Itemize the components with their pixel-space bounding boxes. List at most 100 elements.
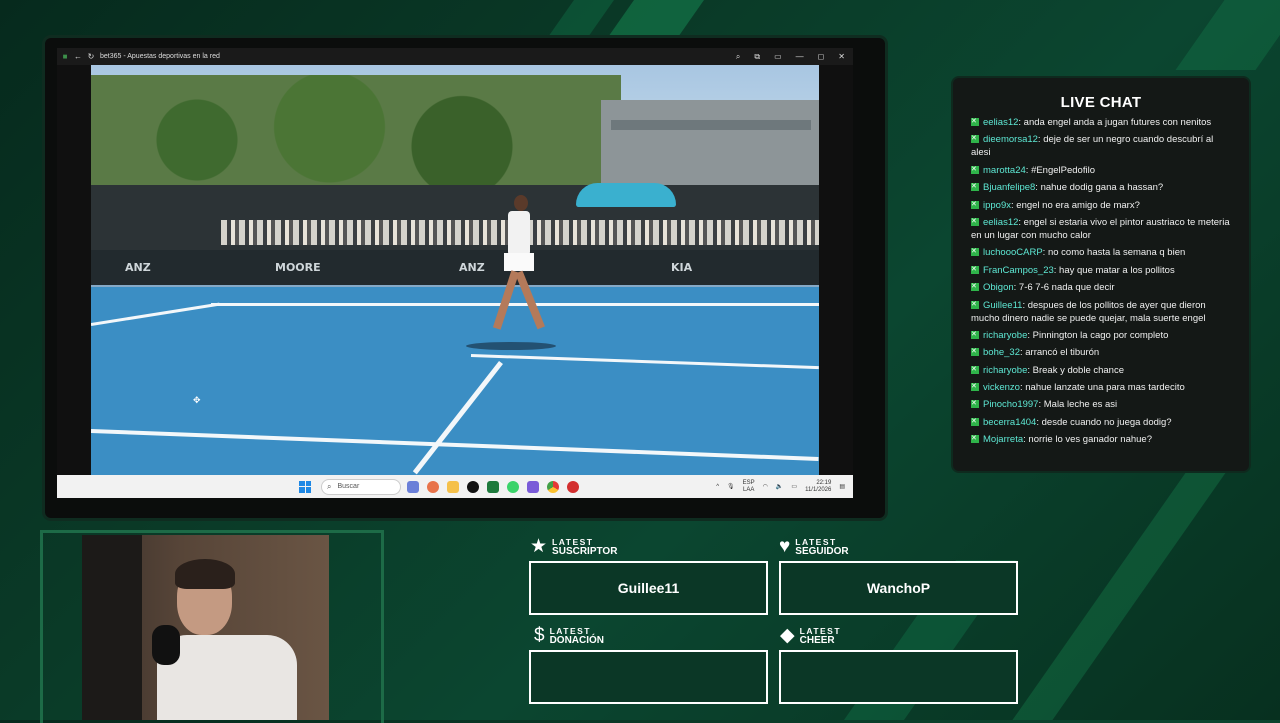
chat-text: anda engel anda a jugan futures con neni… bbox=[1023, 117, 1212, 128]
chat-text: desde cuando no juega dodig? bbox=[1041, 416, 1172, 428]
decorative-stripe bbox=[545, 0, 615, 40]
file-explorer-icon[interactable] bbox=[447, 480, 459, 493]
chat-text: Mala leche es asi bbox=[1043, 399, 1118, 411]
decorative-stripe bbox=[1012, 470, 1228, 720]
chat-message: ippo9x: engel no era amigo de marx? bbox=[971, 198, 1233, 212]
chat-username[interactable]: richaryobe bbox=[983, 330, 1027, 341]
chat-username[interactable]: vickenzo bbox=[983, 382, 1020, 393]
volume-icon[interactable]: 🔈 bbox=[776, 483, 783, 490]
latest-cheer-label: ◆ LATEST CHEER bbox=[780, 625, 841, 646]
chat-message: eelias12: engel si estaria vivo el pinto… bbox=[971, 215, 1233, 242]
chat-username[interactable]: FranCampos_23 bbox=[983, 265, 1054, 276]
browser-titlebar: ■ ← ↻ bet365 - Apuestas deportivas en la… bbox=[57, 48, 853, 65]
clock-time: 22:19 bbox=[816, 479, 832, 486]
advertising-boards bbox=[91, 250, 819, 285]
chat-username[interactable]: ippo9x bbox=[983, 200, 1011, 211]
bet365-app-icon[interactable] bbox=[487, 480, 499, 493]
microphone-icon[interactable]: 🎙 bbox=[727, 483, 735, 490]
chat-badge-icon bbox=[971, 215, 979, 228]
chat-text: norrie lo ves ganador nahue? bbox=[1028, 434, 1152, 446]
label-bottom: SEGUIDOR bbox=[795, 546, 849, 557]
whatsapp-icon[interactable] bbox=[507, 480, 519, 493]
label-bottom: SUSCRIPTOR bbox=[552, 546, 618, 557]
clock-date: 11/1/2026 bbox=[805, 486, 832, 493]
restore-icon[interactable]: ◻ bbox=[818, 52, 825, 62]
wifi-icon[interactable]: ◠ bbox=[763, 483, 768, 490]
browser-window: ■ ← ↻ bet365 - Apuestas deportivas en la… bbox=[57, 48, 853, 498]
minimize-icon[interactable]: — bbox=[796, 52, 804, 62]
dollar-icon: $ bbox=[534, 625, 545, 646]
chat-text: 7-6 7-6 nada que decir bbox=[1018, 282, 1115, 294]
cast-icon[interactable]: ▭ bbox=[774, 52, 782, 62]
chat-badge-icon bbox=[971, 345, 979, 358]
notifications-icon[interactable]: ▤ bbox=[839, 483, 845, 490]
latest-suscriptor-value: Guillee11 bbox=[617, 580, 680, 596]
diamond-icon: ◆ bbox=[780, 625, 795, 646]
chat-badge-icon bbox=[971, 180, 979, 193]
teams-icon[interactable] bbox=[527, 480, 539, 493]
chat-message: Obigon: 7-6 7-6 nada que decir bbox=[971, 280, 1233, 294]
windows-start-icon[interactable] bbox=[299, 480, 311, 493]
video-umbrella bbox=[576, 183, 676, 207]
chat-badge-icon bbox=[971, 298, 979, 311]
microphone bbox=[152, 625, 180, 665]
chat-message: bohe_32: arrancó el tiburón bbox=[971, 345, 1233, 359]
chat-username[interactable]: Pinocho1997 bbox=[983, 399, 1038, 410]
chat-username[interactable]: dieemorsa12 bbox=[983, 134, 1038, 145]
close-icon[interactable]: ✕ bbox=[838, 52, 845, 62]
tiktok-icon[interactable] bbox=[467, 480, 479, 493]
chat-username[interactable]: Mojarreta bbox=[983, 434, 1023, 445]
chat-text: nahue dodig gana a hassan? bbox=[1040, 182, 1164, 194]
chat-username[interactable]: eelias12 bbox=[983, 217, 1018, 228]
chat-text: hay que matar a los pollitos bbox=[1059, 264, 1175, 276]
widgets-icon[interactable] bbox=[407, 480, 419, 493]
chat-badge-icon bbox=[971, 363, 979, 376]
chat-username[interactable]: Bjuanfelipe8 bbox=[983, 182, 1035, 193]
chat-text: arrancó el tiburón bbox=[1025, 347, 1100, 359]
board-text: ANZ bbox=[125, 261, 151, 274]
chat-text: Break y doble chance bbox=[1032, 364, 1125, 376]
chat-username[interactable]: bohe_32 bbox=[983, 347, 1020, 358]
chat-message: dieemorsa12: deje de ser un negro cuando… bbox=[971, 132, 1233, 159]
chat-badge-icon bbox=[971, 432, 979, 445]
reload-icon[interactable]: ↻ bbox=[86, 52, 96, 61]
chat-username[interactable]: Guillee11 bbox=[983, 300, 1022, 311]
webcam-feed bbox=[82, 535, 329, 720]
chat-username[interactable]: becerra1404 bbox=[983, 417, 1036, 428]
back-arrow-icon[interactable]: ← bbox=[73, 52, 83, 61]
battery-icon[interactable]: ▭ bbox=[791, 483, 797, 490]
chrome-icon[interactable] bbox=[547, 480, 559, 493]
latest-suscriptor-label: ★ LATEST SUSCRIPTOR bbox=[530, 537, 618, 557]
chat-username[interactable]: richaryobe bbox=[983, 365, 1027, 376]
chat-badge-icon bbox=[971, 263, 979, 276]
chat-badge-icon bbox=[971, 132, 979, 145]
chat-message: marotta24: #EngelPedofilo bbox=[971, 163, 1233, 177]
app-icon: ■ bbox=[62, 52, 68, 61]
taskbar-search-input[interactable]: ⌕ Buscar bbox=[321, 478, 401, 495]
chat-message: eelias12: anda engel anda a jugan future… bbox=[971, 115, 1233, 129]
tennis-video-player[interactable]: ANZ MOORE ANZ KIA ✥ bbox=[91, 65, 819, 475]
extensions-icon[interactable]: ⧉ bbox=[754, 52, 760, 62]
chevron-up-icon[interactable]: ^ bbox=[716, 484, 719, 490]
copilot-icon[interactable] bbox=[427, 480, 439, 493]
chat-username[interactable]: luchoooCARP bbox=[983, 247, 1043, 258]
language-indicator[interactable]: ESP LAA bbox=[743, 480, 755, 494]
chat-text: no como hasta la semana q bien bbox=[1047, 247, 1186, 259]
chat-messages: eelias12: anda engel anda a jugan future… bbox=[971, 115, 1233, 451]
search-icon[interactable]: ⌕ bbox=[736, 52, 740, 62]
chat-username[interactable]: eelias12 bbox=[983, 117, 1018, 128]
chat-badge-icon bbox=[971, 397, 979, 410]
language-code: ESP bbox=[742, 479, 755, 486]
system-clock[interactable]: 22:19 11/1/2026 bbox=[805, 480, 831, 494]
board-text: KIA bbox=[671, 261, 693, 274]
chat-badge-icon bbox=[971, 115, 979, 128]
decorative-stripe bbox=[605, 0, 705, 40]
chat-username[interactable]: Obigon bbox=[983, 282, 1014, 293]
keyboard-layout: LAA bbox=[742, 486, 755, 493]
chat-badge-icon bbox=[971, 245, 979, 258]
chat-username[interactable]: marotta24 bbox=[983, 165, 1026, 176]
chat-message: luchoooCARP: no como hasta la semana q b… bbox=[971, 245, 1233, 259]
chat-message: richaryobe: Pinnington la cago por compl… bbox=[971, 328, 1233, 342]
obs-icon[interactable] bbox=[567, 480, 579, 493]
chat-message: Bjuanfelipe8: nahue dodig gana a hassan? bbox=[971, 180, 1233, 194]
